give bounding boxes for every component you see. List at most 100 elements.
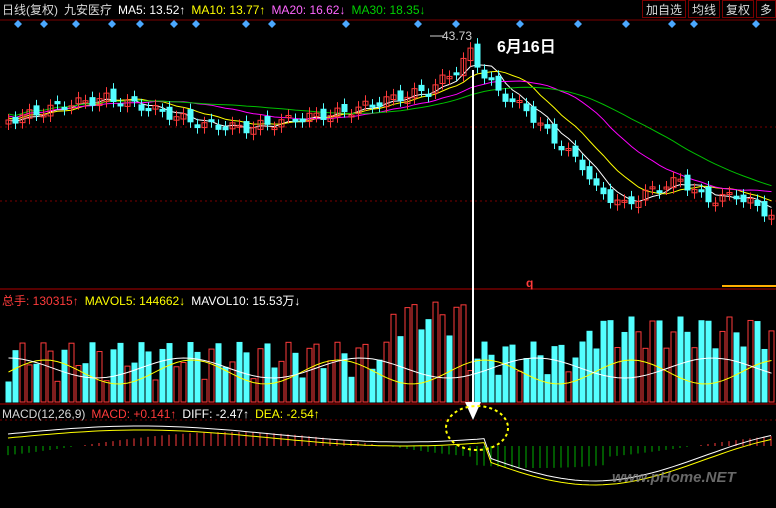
volume-bar [432, 301, 439, 403]
candle-body [656, 190, 663, 194]
candle-body [530, 106, 537, 123]
volume-bar [747, 319, 754, 403]
volume-bar [243, 352, 250, 403]
volume-bar [425, 319, 432, 403]
volume-bar [68, 342, 75, 403]
candle-body [131, 96, 138, 102]
volume-bar [558, 344, 565, 403]
volume-bar [96, 351, 103, 403]
signal-diamond [690, 20, 698, 28]
volume-bar [19, 342, 26, 403]
date-arrow-head [465, 402, 481, 420]
volume-bar [698, 320, 705, 403]
dea-value: DEA: -2.54↑ [255, 407, 320, 421]
volume-bar [719, 330, 726, 403]
volume-bar [439, 314, 446, 403]
macd-name: MACD(12,26,9) [2, 407, 86, 421]
volume-bar [334, 341, 341, 403]
volume-bar [390, 313, 397, 403]
candle-body [117, 103, 124, 107]
volume-bar [82, 363, 89, 403]
candle-body [89, 97, 96, 106]
signal-diamond [14, 20, 22, 28]
signal-diamonds [14, 20, 760, 28]
candle-body [488, 77, 495, 81]
candle-body [495, 75, 502, 91]
more-button[interactable]: 多 [755, 0, 776, 18]
candle-body [684, 174, 691, 191]
signal-diamond [108, 20, 116, 28]
ma20-value: MA20: 16.62↓ [271, 3, 346, 17]
volume-bar [509, 344, 516, 403]
volume-bar [313, 343, 320, 403]
adjust-button[interactable]: 复权 [721, 0, 754, 18]
candle-body [453, 72, 460, 76]
candle-body [215, 124, 222, 130]
signal-diamond [414, 20, 422, 28]
volume-bar [733, 332, 740, 403]
volume-bar [54, 380, 61, 403]
volume-bar [754, 321, 761, 403]
candle-body [166, 106, 173, 120]
chart-toolbar: 加自选 均线 复权 多 [640, 0, 776, 18]
candle-body [299, 118, 306, 123]
candle-body [292, 119, 299, 123]
signal-diamond [136, 20, 144, 28]
volume-bar [530, 341, 537, 403]
volume-bar [26, 364, 33, 403]
ma5-line [8, 64, 772, 208]
volume-bar [551, 346, 558, 403]
volume-bar [383, 341, 390, 403]
candle-body [544, 124, 551, 129]
watermark: www.pHome.NET [612, 469, 737, 486]
volume-bar [460, 304, 467, 403]
q-marker: q [526, 276, 533, 290]
candle-body [264, 115, 271, 125]
volume-bar [33, 363, 40, 403]
ma10-value: MA10: 13.77↑ [191, 3, 266, 17]
volume-bar [418, 329, 425, 403]
volume-bar [327, 360, 334, 403]
volume-bar [271, 367, 278, 403]
volume-bar [180, 362, 187, 403]
volume-bar [145, 351, 152, 403]
add-watchlist-button[interactable]: 加自选 [641, 0, 686, 18]
volume-bar [292, 352, 299, 403]
ma-settings-button[interactable]: 均线 [687, 0, 720, 18]
volume-bar [166, 343, 173, 403]
signal-diamond [72, 20, 80, 28]
volume-bar [376, 359, 383, 403]
candle-body [341, 103, 348, 113]
candle-body [586, 166, 593, 180]
macd-header: MACD(12,26,9) MACD: +0.141↑ DIFF: -2.47↑… [2, 406, 326, 422]
volume-bar [565, 371, 572, 403]
candle-body [705, 186, 712, 203]
macd-value: MACD: +0.141↑ [91, 407, 177, 421]
volume-bars [5, 301, 775, 403]
kline-chart[interactable]: 43.73 6月16日 q www.pHome.NET [0, 0, 776, 508]
volume-bar [5, 381, 12, 403]
candle-body [418, 84, 425, 92]
volume-bar [89, 342, 96, 403]
volume-bar [740, 346, 747, 403]
candle-body [698, 189, 705, 193]
signal-diamond [342, 20, 350, 28]
volume-bar [621, 331, 628, 403]
candle-body [138, 104, 145, 111]
candle-body [194, 124, 201, 129]
volume-bar [320, 368, 327, 403]
volume-bar [474, 358, 481, 403]
volume-bar [201, 378, 208, 403]
candle-body [523, 103, 530, 112]
candle-body [740, 194, 747, 203]
signal-diamond [268, 20, 276, 28]
volume-bar [502, 346, 509, 403]
volume-bar [299, 377, 306, 403]
candle-body [754, 199, 761, 206]
candle-body [369, 104, 376, 108]
volume-bar [355, 347, 362, 403]
candlestick-series [5, 38, 775, 226]
volume-bar [229, 361, 236, 403]
candle-body [376, 102, 383, 107]
volume-bar [635, 331, 642, 403]
